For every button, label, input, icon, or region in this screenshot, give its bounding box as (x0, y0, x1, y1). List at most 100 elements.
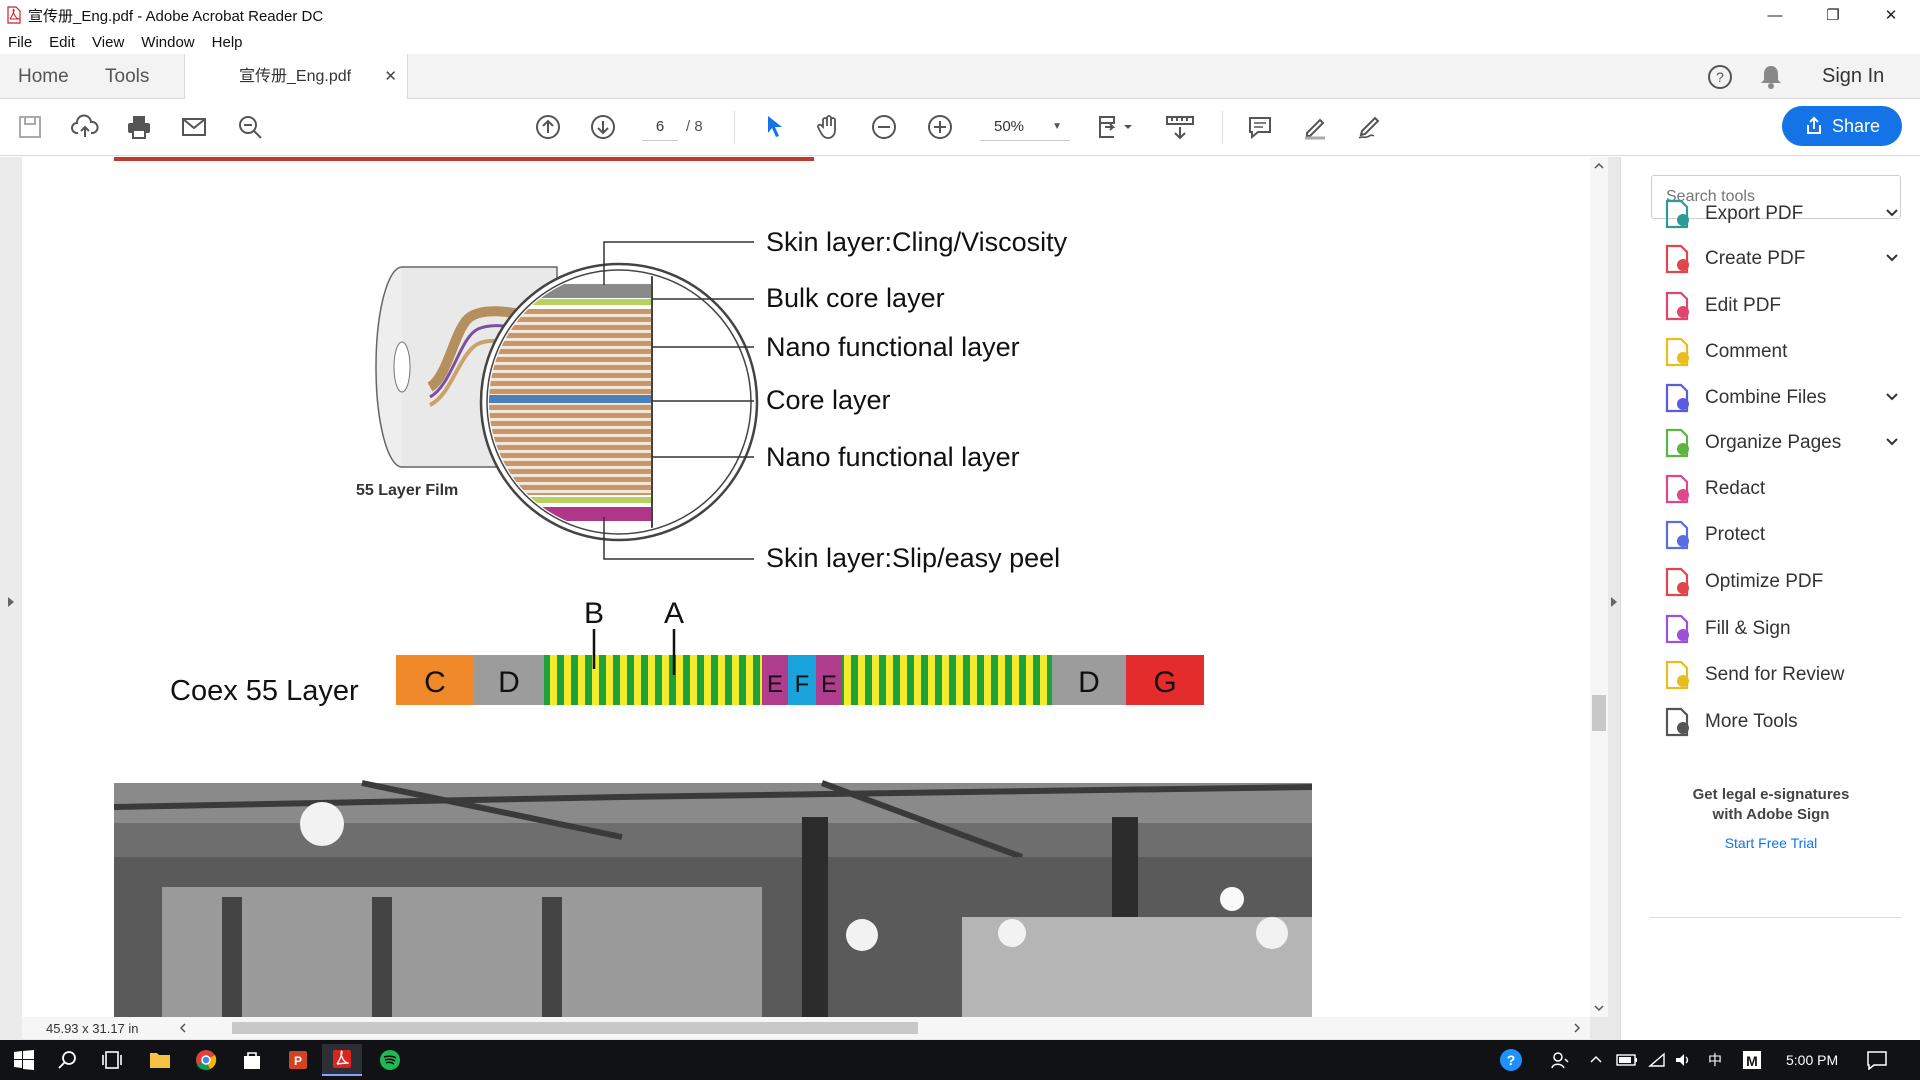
windows-start-icon[interactable] (4, 1044, 44, 1076)
task-view-icon[interactable] (92, 1044, 132, 1076)
tool-label: Combine Files (1705, 387, 1827, 408)
chevron-down-icon[interactable] (1883, 433, 1901, 451)
close-window-button[interactable]: ✕ (1862, 0, 1920, 30)
tool-optimize-pdf[interactable]: Optimize PDF (1661, 562, 1901, 602)
wifi-icon[interactable] (1648, 1040, 1666, 1080)
bell-icon[interactable] (1758, 63, 1784, 91)
right-panel-toggle[interactable] (1608, 157, 1620, 1040)
next-page-icon[interactable] (587, 111, 619, 143)
share-button[interactable]: Share (1782, 106, 1902, 146)
expand-left-icon (8, 597, 14, 607)
svg-text:?: ? (1716, 69, 1724, 85)
file-explorer-icon[interactable] (140, 1044, 180, 1076)
start-free-trial-link[interactable]: Start Free Trial (1621, 835, 1920, 851)
save-icon[interactable] (14, 111, 46, 143)
document-viewport[interactable]: 55 Layer Film Skin layer:Cling/Viscosity… (0, 157, 1620, 1040)
acrobat-app-icon (7, 6, 21, 24)
tab-tools[interactable]: Tools (105, 54, 149, 99)
zoom-in-icon[interactable] (924, 111, 956, 143)
page-number-input[interactable]: 6 (642, 113, 678, 141)
previous-page-icon[interactable] (532, 111, 564, 143)
tool-comment[interactable]: Comment (1661, 332, 1901, 372)
tool-organize-pages[interactable]: Organize Pages (1661, 423, 1901, 463)
scroll-up-icon[interactable] (1590, 157, 1608, 175)
email-icon[interactable] (178, 111, 210, 143)
chrome-icon[interactable] (186, 1044, 226, 1076)
marker-a: A (664, 597, 684, 630)
sign-in-link[interactable]: Sign In (1822, 54, 1884, 99)
fit-page-icon[interactable] (1094, 111, 1138, 143)
tab-home[interactable]: Home (18, 54, 69, 99)
tool-more-tools[interactable]: More Tools (1661, 702, 1901, 742)
more-tools-icon (1665, 707, 1689, 737)
menu-edit[interactable]: Edit (41, 34, 84, 51)
close-tab-icon[interactable]: ✕ (384, 54, 397, 99)
fill-sign-icon (1665, 614, 1689, 644)
find-zoom-icon[interactable] (234, 111, 266, 143)
menu-bar: File Edit View Window Help (0, 30, 1920, 54)
segment-e-left: E (767, 671, 783, 698)
ime-indicator[interactable]: 中 (1708, 1040, 1722, 1080)
store-icon[interactable] (232, 1044, 272, 1076)
protect-icon (1665, 520, 1689, 550)
zoom-value: 50% (994, 118, 1025, 135)
tool-label: Export PDF (1705, 203, 1804, 224)
menu-help[interactable]: Help (204, 34, 252, 51)
optimize-pdf-icon (1665, 567, 1689, 597)
ime-mode-icon[interactable]: M (1742, 1040, 1762, 1080)
show-hidden-icons-chevron[interactable] (1588, 1040, 1604, 1080)
zoom-select[interactable]: 50% ▼ (980, 113, 1070, 141)
tool-redact[interactable]: Redact (1661, 469, 1901, 509)
menu-file[interactable]: File (0, 34, 41, 51)
chevron-down-icon[interactable] (1883, 204, 1901, 222)
tool-protect[interactable]: Protect (1661, 515, 1901, 555)
people-icon[interactable] (1550, 1040, 1570, 1080)
chevron-down-icon[interactable] (1883, 388, 1901, 406)
hand-tool-icon[interactable] (813, 111, 845, 143)
scroll-mode-icon[interactable] (1162, 111, 1198, 143)
acrobat-taskbar-icon[interactable] (322, 1044, 362, 1076)
vertical-scrollbar[interactable] (1590, 157, 1608, 1017)
scroll-left-icon[interactable] (174, 1017, 192, 1039)
svg-text:P: P (294, 1054, 302, 1068)
tool-send-for-review[interactable]: Send for Review (1661, 655, 1901, 695)
adobe-sign-promo: Get legal e-signatures with Adobe Sign S… (1621, 785, 1920, 851)
chevron-down-icon[interactable] (1883, 249, 1901, 267)
scroll-right-icon[interactable] (1568, 1017, 1586, 1039)
vertical-scroll-thumb[interactable] (1592, 695, 1606, 731)
highlight-icon[interactable] (1299, 111, 1331, 143)
menu-view[interactable]: View (84, 34, 133, 51)
share-label: Share (1831, 115, 1881, 136)
restore-button[interactable]: ❐ (1804, 0, 1862, 30)
help-tray-icon[interactable]: ? (1498, 1040, 1524, 1080)
upload-icon[interactable] (69, 111, 101, 143)
print-icon[interactable] (123, 111, 155, 143)
minimize-button[interactable]: — (1746, 0, 1804, 30)
tool-create-pdf[interactable]: Create PDF (1661, 239, 1901, 279)
battery-icon[interactable] (1616, 1040, 1638, 1080)
tool-export-pdf[interactable]: Export PDF (1661, 194, 1901, 234)
horizontal-scroll-thumb[interactable] (232, 1022, 918, 1034)
tool-edit-pdf[interactable]: Edit PDF (1661, 286, 1901, 326)
volume-icon[interactable] (1674, 1040, 1692, 1080)
clock[interactable]: 5:00 PM (1786, 1040, 1838, 1080)
notifications-icon[interactable] (1866, 1040, 1888, 1080)
left-panel-toggle[interactable] (0, 157, 22, 1040)
spotify-icon[interactable] (370, 1044, 410, 1076)
redact-icon (1665, 474, 1689, 504)
tool-fill-sign[interactable]: Fill & Sign (1661, 609, 1901, 649)
scroll-down-icon[interactable] (1590, 999, 1608, 1017)
horizontal-scrollbar[interactable] (22, 1017, 1590, 1039)
promo-line-2: with Adobe Sign (1712, 806, 1830, 823)
help-icon[interactable]: ? (1706, 63, 1734, 91)
sign-pen-icon[interactable] (1354, 111, 1386, 143)
tool-combine-files[interactable]: Combine Files (1661, 378, 1901, 418)
zoom-out-icon[interactable] (868, 111, 900, 143)
select-cursor-icon[interactable] (758, 111, 790, 143)
segment-c: C (424, 666, 446, 699)
search-icon[interactable] (48, 1044, 88, 1076)
tab-document[interactable]: 宣传册_Eng.pdf ✕ (184, 54, 408, 100)
comment-icon[interactable] (1244, 111, 1276, 143)
powerpoint-icon[interactable]: P (278, 1044, 318, 1076)
menu-window[interactable]: Window (133, 34, 203, 51)
